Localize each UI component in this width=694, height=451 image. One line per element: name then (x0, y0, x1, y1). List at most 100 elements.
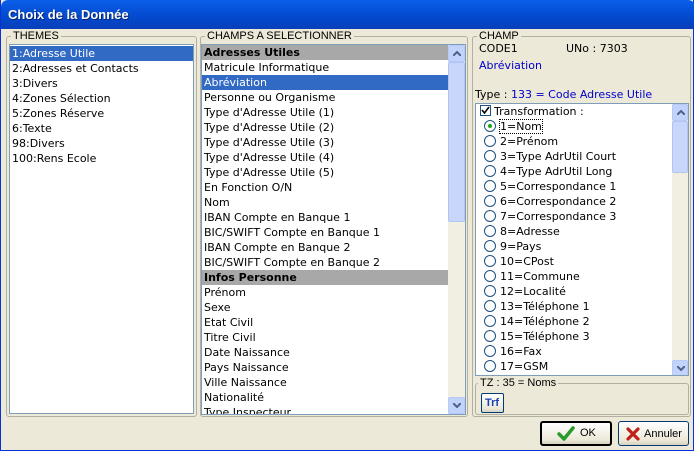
radio-button[interactable] (484, 270, 496, 282)
transformation-checkbox[interactable] (480, 105, 491, 116)
radio-button[interactable] (484, 180, 496, 192)
fields-list[interactable]: Adresses Utiles Matricule Informatique Abr… (201, 44, 466, 415)
scroll-down-button[interactable] (448, 397, 465, 414)
scroll-up-button[interactable] (672, 104, 688, 121)
theme-item[interactable]: 4:Zones Sélection (10, 91, 193, 106)
transformation-option[interactable]: 10=CPost (484, 254, 554, 269)
champ-uno: UNo : 7303 (566, 42, 628, 55)
field-item[interactable]: Nom (202, 195, 448, 210)
transformation-option[interactable]: 3=Type AdrUtil Court (484, 149, 616, 164)
field-item[interactable]: Type Inspecteur (202, 405, 448, 414)
field-item[interactable]: Matricule Informatique (202, 60, 448, 75)
field-item[interactable]: Type d'Adresse Utile (4) (202, 150, 448, 165)
field-item[interactable]: Personne ou Organisme (202, 90, 448, 105)
radio-button[interactable] (484, 120, 496, 132)
field-item[interactable]: Pays Naissance (202, 360, 448, 375)
transformation-scrollbar[interactable] (672, 104, 688, 375)
theme-item[interactable]: 5:Zones Réserve (10, 106, 193, 121)
radio-button[interactable] (484, 195, 496, 207)
field-item[interactable]: Sexe (202, 300, 448, 315)
radio-button[interactable] (484, 255, 496, 267)
radio-button[interactable] (484, 360, 496, 372)
transformation-option[interactable]: 9=Pays (484, 239, 541, 254)
transformation-option[interactable]: 15=Téléphone 3 (484, 329, 590, 344)
champ-code: CODE1 (479, 42, 518, 55)
scroll-up-button[interactable] (448, 45, 465, 62)
field-group-header: Infos Personne (202, 270, 448, 285)
radio-button[interactable] (484, 330, 496, 342)
theme-item[interactable]: 1:Adresse Utile (10, 46, 193, 61)
checkmark-icon (481, 106, 490, 115)
transformation-option[interactable]: 17=GSM (484, 359, 548, 374)
field-item[interactable]: BIC/SWIFT Compte en Banque 1 (202, 225, 448, 240)
radio-button[interactable] (484, 285, 496, 297)
radio-button[interactable] (484, 135, 496, 147)
transformation-option[interactable]: 13=Téléphone 1 (484, 299, 590, 314)
radio-button[interactable] (484, 165, 496, 177)
transformation-option-label: 6=Correspondance 2 (500, 195, 617, 208)
transformation-option[interactable]: 4=Type AdrUtil Long (484, 164, 612, 179)
transformation-option[interactable]: 8=Adresse (484, 224, 560, 239)
theme-item[interactable]: 2:Adresses et Contacts (10, 61, 193, 76)
transformation-option[interactable]: 12=Localité (484, 284, 566, 299)
radio-button[interactable] (484, 300, 496, 312)
radio-button[interactable] (484, 315, 496, 327)
transformation-option-label: 14=Téléphone 2 (500, 315, 590, 328)
field-item[interactable]: En Fonction O/N (202, 180, 448, 195)
transformation-option-label: 15=Téléphone 3 (500, 330, 590, 343)
field-group-header: Adresses Utiles (202, 45, 448, 60)
field-item[interactable]: Type d'Adresse Utile (2) (202, 120, 448, 135)
close-icon (626, 427, 640, 441)
transformation-option[interactable]: 1=Nom (484, 119, 543, 134)
radio-button[interactable] (484, 225, 496, 237)
transformation-option-label: 16=Fax (500, 345, 542, 358)
field-item[interactable]: Nationalité (202, 390, 448, 405)
transformation-option-label: 8=Adresse (500, 225, 560, 238)
fields-scrollbar[interactable] (448, 45, 465, 414)
scroll-thumb[interactable] (672, 121, 688, 173)
field-item[interactable]: Ville Naissance (202, 375, 448, 390)
field-item[interactable]: BIC/SWIFT Compte en Banque 2 (202, 255, 448, 270)
dialog-window: Choix de la Donnée THEMES 1:Adresse Util… (0, 0, 694, 451)
transformation-option-label: 11=Commune (500, 270, 580, 283)
trf-button[interactable]: Trf (481, 393, 504, 413)
transformation-option-label: 13=Téléphone 1 (500, 300, 590, 313)
field-item[interactable]: Etat Civil (202, 315, 448, 330)
scroll-down-button[interactable] (672, 360, 688, 375)
cancel-button[interactable]: Annuler (618, 421, 689, 446)
transformation-label: Transformation : (494, 105, 584, 118)
field-item[interactable]: Titre Civil (202, 330, 448, 345)
transformation-option[interactable]: 6=Correspondance 2 (484, 194, 616, 209)
ok-button[interactable]: OK (540, 421, 612, 446)
transformation-checkbox-row[interactable]: Transformation : (480, 104, 584, 118)
theme-item[interactable]: 98:Divers (10, 136, 193, 151)
radio-button[interactable] (484, 210, 496, 222)
radio-button[interactable] (484, 150, 496, 162)
transformation-option[interactable]: 11=Commune (484, 269, 580, 284)
field-item[interactable]: Type d'Adresse Utile (5) (202, 165, 448, 180)
field-item[interactable]: IBAN Compte en Banque 1 (202, 210, 448, 225)
theme-item[interactable]: 100:Rens Ecole (10, 151, 193, 166)
theme-item[interactable]: 3:Divers (10, 76, 193, 91)
field-item[interactable]: Type d'Adresse Utile (3) (202, 135, 448, 150)
field-item[interactable]: Prénom (202, 285, 448, 300)
radio-button[interactable] (484, 240, 496, 252)
field-item[interactable]: IBAN Compte en Banque 2 (202, 240, 448, 255)
transformation-option[interactable]: 7=Correspondance 3 (484, 209, 616, 224)
champ-type-prefix: Type : (475, 88, 511, 101)
trf-button-label: Trf (485, 397, 500, 409)
field-item[interactable]: Type d'Adresse Utile (1) (202, 105, 448, 120)
theme-item[interactable]: 6:Texte (10, 121, 193, 136)
transformation-option[interactable]: 5=Correspondance 1 (484, 179, 616, 194)
radio-button[interactable] (484, 345, 496, 357)
title-bar[interactable]: Choix de la Donnée (1, 0, 694, 29)
transformation-panel: Transformation : 1=Nom 2=Prénom 3=Type Adr… (475, 103, 689, 376)
transformation-option[interactable]: 2=Prénom (484, 134, 558, 149)
transformation-option-label: 5=Correspondance 1 (500, 180, 617, 193)
scroll-thumb[interactable] (448, 62, 465, 222)
field-item[interactable]: Date Naissance (202, 345, 448, 360)
transformation-option[interactable]: 14=Téléphone 2 (484, 314, 590, 329)
field-item[interactable]: Abréviation (202, 75, 448, 90)
themes-list[interactable]: 1:Adresse Utile 2:Adresses et Contacts 3:D… (9, 44, 194, 414)
transformation-option[interactable]: 16=Fax (484, 344, 542, 359)
